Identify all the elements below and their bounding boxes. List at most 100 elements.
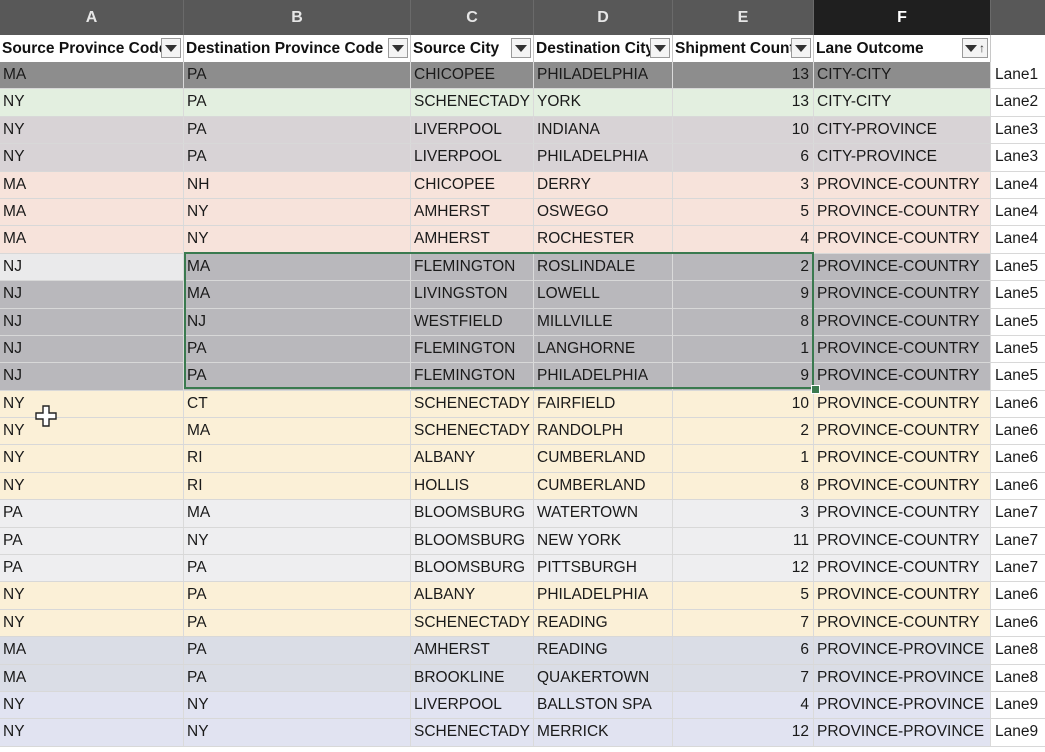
source-city-cell[interactable]: FLEMINGTON xyxy=(411,253,534,281)
lane-outcome-cell[interactable]: PROVINCE-PROVINCE xyxy=(814,664,991,691)
header-source-city[interactable]: Source City xyxy=(411,35,534,62)
shipment-count-cell[interactable]: 2 xyxy=(673,253,814,281)
destination-city-cell[interactable]: ROCHESTER xyxy=(534,226,673,253)
shipment-count-cell[interactable]: 12 xyxy=(673,719,814,746)
destination-city-cell[interactable]: RANDOLPH xyxy=(534,418,673,445)
column-header-f[interactable]: F xyxy=(814,0,991,35)
destination-city-cell[interactable]: LANGHORNE xyxy=(534,335,673,363)
destination-city-cell[interactable]: QUAKERTOWN xyxy=(534,664,673,691)
source-city-cell[interactable]: BLOOMSBURG xyxy=(411,527,534,555)
shipment-count-cell[interactable]: 9 xyxy=(673,281,814,308)
source-province-cell[interactable]: NY xyxy=(0,719,184,746)
source-city-cell[interactable]: CHICOPEE xyxy=(411,171,534,198)
destination-province-cell[interactable]: NH xyxy=(184,171,411,198)
destination-city-cell[interactable]: CUMBERLAND xyxy=(534,445,673,472)
lane-outcome-cell[interactable]: CITY-CITY xyxy=(814,89,991,116)
destination-city-cell[interactable]: READING xyxy=(534,609,673,637)
source-province-cell[interactable]: MA xyxy=(0,171,184,198)
destination-province-cell[interactable]: PA xyxy=(184,62,411,89)
header-blank[interactable] xyxy=(991,35,1045,62)
lane-id-cell[interactable]: Lane7 xyxy=(991,555,1045,582)
source-city-cell[interactable]: LIVERPOOL xyxy=(411,116,534,144)
source-city-cell[interactable]: ALBANY xyxy=(411,445,534,472)
lane-id-cell[interactable]: Lane4 xyxy=(991,171,1045,198)
lane-id-cell[interactable]: Lane7 xyxy=(991,527,1045,555)
destination-province-cell[interactable]: PA xyxy=(184,144,411,171)
destination-province-cell[interactable]: MA xyxy=(184,500,411,527)
source-city-cell[interactable]: WESTFIELD xyxy=(411,308,534,335)
source-province-cell[interactable]: NY xyxy=(0,472,184,500)
destination-province-cell[interactable]: PA xyxy=(184,555,411,582)
destination-province-cell[interactable]: PA xyxy=(184,363,411,390)
lane-id-cell[interactable]: Lane6 xyxy=(991,582,1045,609)
lane-id-cell[interactable]: Lane6 xyxy=(991,445,1045,472)
lane-id-cell[interactable]: Lane6 xyxy=(991,390,1045,418)
destination-city-cell[interactable]: YORK xyxy=(534,89,673,116)
destination-province-cell[interactable]: MA xyxy=(184,253,411,281)
filter-dropdown-icon[interactable] xyxy=(650,38,670,58)
shipment-count-cell[interactable]: 10 xyxy=(673,390,814,418)
shipment-count-cell[interactable]: 9 xyxy=(673,363,814,390)
destination-province-cell[interactable]: PA xyxy=(184,664,411,691)
destination-province-cell[interactable]: NY xyxy=(184,527,411,555)
destination-city-cell[interactable]: DERRY xyxy=(534,171,673,198)
destination-city-cell[interactable]: READING xyxy=(534,637,673,664)
source-province-cell[interactable]: NY xyxy=(0,116,184,144)
lane-outcome-cell[interactable]: PROVINCE-COUNTRY xyxy=(814,418,991,445)
shipment-count-cell[interactable]: 3 xyxy=(673,171,814,198)
lane-outcome-cell[interactable]: CITY-PROVINCE xyxy=(814,144,991,171)
column-header-c[interactable]: C xyxy=(411,0,534,35)
lane-outcome-cell[interactable]: PROVINCE-PROVINCE xyxy=(814,637,991,664)
destination-province-cell[interactable]: MA xyxy=(184,281,411,308)
filter-dropdown-icon[interactable] xyxy=(161,38,181,58)
sort-filter-icon[interactable]: ↑ xyxy=(962,38,988,58)
destination-city-cell[interactable]: CUMBERLAND xyxy=(534,472,673,500)
lane-id-cell[interactable]: Lane5 xyxy=(991,281,1045,308)
source-province-cell[interactable]: NY xyxy=(0,89,184,116)
lane-outcome-cell[interactable]: CITY-CITY xyxy=(814,62,991,89)
source-province-cell[interactable]: MA xyxy=(0,62,184,89)
shipment-count-cell[interactable]: 8 xyxy=(673,308,814,335)
shipment-count-cell[interactable]: 13 xyxy=(673,89,814,116)
destination-province-cell[interactable]: NY xyxy=(184,719,411,746)
destination-province-cell[interactable]: CT xyxy=(184,390,411,418)
destination-city-cell[interactable]: FAIRFIELD xyxy=(534,390,673,418)
source-province-cell[interactable]: NY xyxy=(0,144,184,171)
column-header-a[interactable]: A xyxy=(0,0,184,35)
source-province-cell[interactable]: PA xyxy=(0,527,184,555)
lane-outcome-cell[interactable]: PROVINCE-COUNTRY xyxy=(814,308,991,335)
lane-outcome-cell[interactable]: PROVINCE-COUNTRY xyxy=(814,527,991,555)
column-header-d[interactable]: D xyxy=(534,0,673,35)
source-province-cell[interactable]: NY xyxy=(0,390,184,418)
header-destination-city[interactable]: Destination City xyxy=(534,35,673,62)
destination-city-cell[interactable]: PHILADELPHIA xyxy=(534,363,673,390)
shipment-count-cell[interactable]: 1 xyxy=(673,335,814,363)
shipment-count-cell[interactable]: 2 xyxy=(673,418,814,445)
lane-outcome-cell[interactable]: PROVINCE-COUNTRY xyxy=(814,226,991,253)
lane-outcome-cell[interactable]: PROVINCE-PROVINCE xyxy=(814,691,991,719)
destination-province-cell[interactable]: PA xyxy=(184,335,411,363)
shipment-count-cell[interactable]: 7 xyxy=(673,664,814,691)
lane-id-cell[interactable]: Lane1 xyxy=(991,62,1045,89)
source-city-cell[interactable]: AMHERST xyxy=(411,198,534,226)
lane-outcome-cell[interactable]: PROVINCE-COUNTRY xyxy=(814,198,991,226)
header-source-province[interactable]: Source Province Code xyxy=(0,35,184,62)
lane-outcome-cell[interactable]: PROVINCE-COUNTRY xyxy=(814,555,991,582)
source-province-cell[interactable]: MA xyxy=(0,198,184,226)
source-province-cell[interactable]: NJ xyxy=(0,253,184,281)
lane-id-cell[interactable]: Lane5 xyxy=(991,363,1045,390)
lane-id-cell[interactable]: Lane4 xyxy=(991,226,1045,253)
lane-id-cell[interactable]: Lane6 xyxy=(991,609,1045,637)
source-province-cell[interactable]: PA xyxy=(0,555,184,582)
lane-outcome-cell[interactable]: PROVINCE-COUNTRY xyxy=(814,500,991,527)
filter-dropdown-icon[interactable] xyxy=(511,38,531,58)
lane-id-cell[interactable]: Lane7 xyxy=(991,500,1045,527)
shipment-count-cell[interactable]: 5 xyxy=(673,198,814,226)
destination-province-cell[interactable]: NY xyxy=(184,226,411,253)
lane-outcome-cell[interactable]: PROVINCE-COUNTRY xyxy=(814,281,991,308)
lane-id-cell[interactable]: Lane9 xyxy=(991,691,1045,719)
lane-outcome-cell[interactable]: PROVINCE-COUNTRY xyxy=(814,582,991,609)
destination-city-cell[interactable]: PHILADELPHIA xyxy=(534,582,673,609)
source-city-cell[interactable]: BLOOMSBURG xyxy=(411,500,534,527)
source-city-cell[interactable]: FLEMINGTON xyxy=(411,363,534,390)
